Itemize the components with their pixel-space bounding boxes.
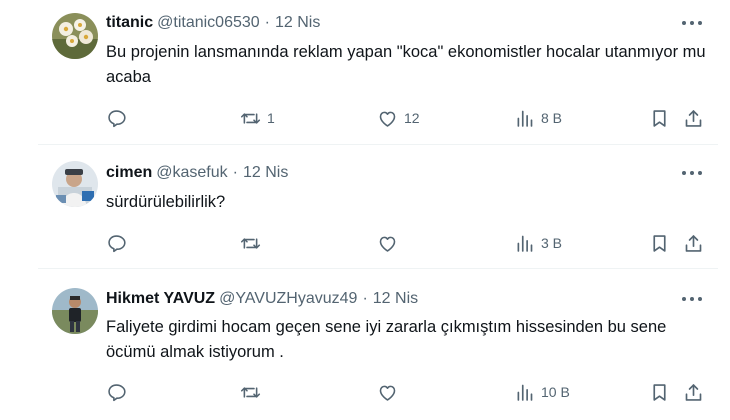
more-icon[interactable] (680, 13, 704, 33)
user-handle[interactable]: @titanic06530 (157, 14, 260, 31)
reply-icon (108, 234, 126, 252)
post-date[interactable]: 12 Nis (243, 164, 288, 181)
more-icon[interactable] (680, 163, 704, 183)
user-handle[interactable]: @kasefuk (156, 164, 227, 181)
view-count: 8 B (541, 110, 563, 126)
retweet-button[interactable] (240, 380, 267, 404)
action-bar: 1 12 8 B (106, 106, 706, 130)
header-separator: · (362, 290, 368, 307)
views-icon (517, 110, 533, 127)
view-count: 3 B (541, 235, 563, 251)
like-icon (379, 111, 396, 127)
header-separator: · (264, 14, 270, 31)
bookmark-button[interactable] (649, 106, 670, 130)
reply-header: cimen @kasefuk · 12 Nis (106, 162, 288, 184)
action-bar: 3 B (106, 231, 706, 255)
share-button[interactable] (683, 231, 704, 255)
action-bar: 10 B (106, 380, 706, 404)
bookmark-icon (653, 109, 666, 127)
retweet-icon (240, 386, 261, 398)
views-button[interactable]: 10 B (514, 380, 570, 404)
bookmark-button[interactable] (649, 231, 670, 255)
reply-icon (108, 109, 126, 127)
views-button[interactable]: 3 B (514, 231, 562, 255)
retweet-icon (240, 237, 261, 249)
bookmark-icon (653, 383, 666, 401)
reply-item[interactable]: titanic @titanic06530 · 12 Nis Bu projenin … (0, 0, 730, 145)
bookmark-icon (653, 234, 666, 252)
display-name[interactable]: cimen (106, 164, 152, 181)
views-icon (517, 384, 533, 401)
like-button[interactable] (377, 380, 404, 404)
reply-header: titanic @titanic06530 · 12 Nis (106, 12, 320, 34)
like-button[interactable]: 12 (377, 106, 420, 130)
share-icon (685, 109, 702, 127)
reply-header: Hikmet YAVUZ @YAVUZHyavuz49 · 12 Nis (106, 288, 418, 310)
views-button[interactable]: 8 B (514, 106, 562, 130)
user-handle[interactable]: @YAVUZHyavuz49 (219, 290, 357, 307)
reply-button[interactable] (106, 380, 127, 404)
header-separator: · (232, 164, 238, 181)
post-date[interactable]: 12 Nis (275, 14, 320, 31)
retweet-count: 1 (267, 110, 275, 126)
bookmark-button[interactable] (649, 380, 670, 404)
view-count: 10 B (541, 384, 570, 400)
reply-item[interactable]: cimen @kasefuk · 12 Nis sürdürülebilirlik? … (0, 145, 730, 269)
reply-button[interactable] (106, 231, 127, 255)
retweet-icon (240, 112, 261, 124)
like-button[interactable] (377, 231, 404, 255)
more-icon[interactable] (680, 289, 704, 309)
like-icon (379, 385, 396, 401)
reply-item[interactable]: Hikmet YAVUZ @YAVUZHyavuz49 · 12 Nis Faliye… (0, 269, 730, 420)
reply-text: Bu projenin lansmanında reklam yapan "ko… (106, 43, 706, 86)
avatar[interactable] (52, 288, 98, 334)
share-button[interactable] (683, 380, 704, 404)
reply-text: sürdürülebilirlik? (106, 193, 226, 211)
retweet-button[interactable] (240, 231, 267, 255)
reply-text: Faliyete girdimi hocam geçen sene iyi za… (106, 318, 667, 361)
reply-icon (108, 383, 126, 401)
display-name[interactable]: Hikmet YAVUZ (106, 290, 215, 307)
avatar[interactable] (52, 161, 98, 207)
reply-button[interactable] (106, 106, 127, 130)
share-icon (685, 234, 702, 252)
views-icon (517, 235, 533, 252)
like-icon (379, 236, 396, 252)
share-icon (685, 383, 702, 401)
avatar[interactable] (52, 13, 98, 59)
post-date[interactable]: 12 Nis (373, 290, 418, 307)
share-button[interactable] (683, 106, 704, 130)
retweet-button[interactable]: 1 (240, 106, 275, 130)
display-name[interactable]: titanic (106, 14, 153, 31)
like-count: 12 (404, 110, 420, 126)
